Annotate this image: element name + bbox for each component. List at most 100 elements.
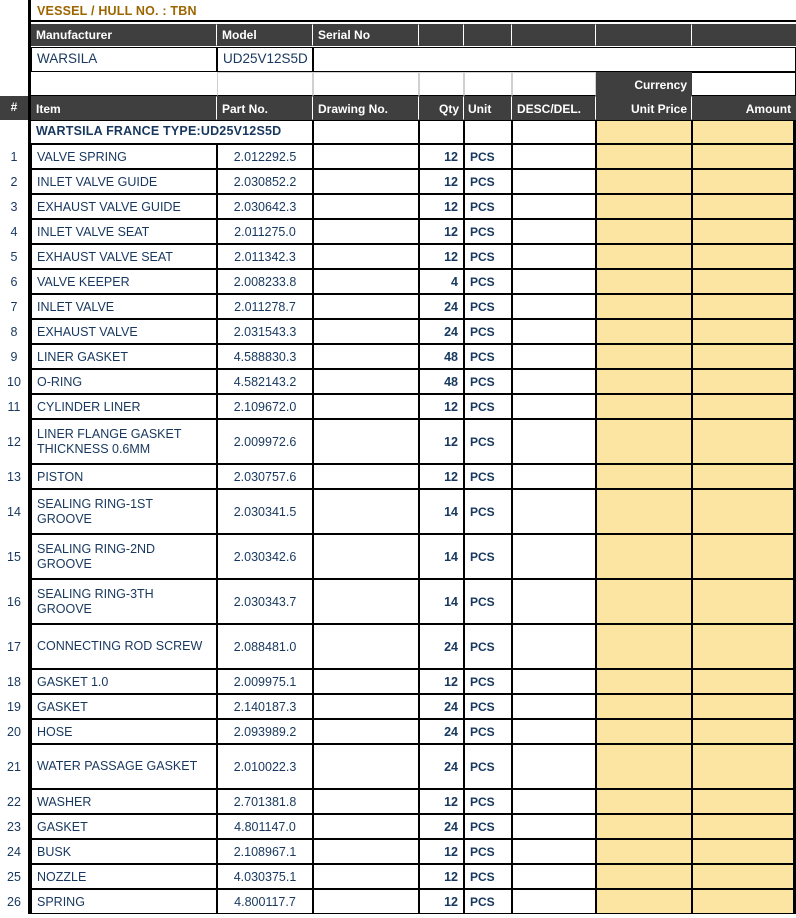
cell-amount[interactable]: [692, 219, 796, 244]
cell-unit[interactable]: PCS: [464, 144, 512, 169]
cell-amount[interactable]: [692, 194, 796, 219]
cell-unit-price[interactable]: [596, 219, 692, 244]
cell-item[interactable]: SEALING RING-1ST GROOVE: [31, 489, 217, 534]
cell-item[interactable]: O-RING: [31, 369, 217, 394]
cell-unit[interactable]: PCS: [464, 814, 512, 839]
cell-unit-price[interactable]: [596, 889, 692, 914]
cell-unit[interactable]: PCS: [464, 419, 512, 464]
cell-desc-del[interactable]: [512, 244, 596, 269]
cell-amount[interactable]: [692, 144, 796, 169]
cell-item[interactable]: GASKET: [31, 694, 217, 719]
cell-unit[interactable]: PCS: [464, 669, 512, 694]
cell-qty[interactable]: 24: [419, 624, 464, 669]
cell-amount[interactable]: [692, 789, 796, 814]
cell-amount[interactable]: [692, 169, 796, 194]
cell-desc-del[interactable]: [512, 219, 596, 244]
cell-part-no[interactable]: 2.030852.2: [217, 169, 313, 194]
cell-item[interactable]: HOSE: [31, 719, 217, 744]
cell-item[interactable]: VALVE SPRING: [31, 144, 217, 169]
cell-amount[interactable]: [692, 864, 796, 889]
cell-amount[interactable]: [692, 464, 796, 489]
cell-part-no[interactable]: 2.108967.1: [217, 839, 313, 864]
cell-unit-price[interactable]: [596, 694, 692, 719]
cell-drawing-no[interactable]: [313, 579, 419, 624]
cell-item[interactable]: SEALING RING-2ND GROOVE: [31, 534, 217, 579]
cell-item[interactable]: INLET VALVE GUIDE: [31, 169, 217, 194]
cell-desc-del[interactable]: [512, 719, 596, 744]
cell-amount[interactable]: [692, 294, 796, 319]
cell-unit[interactable]: PCS: [464, 789, 512, 814]
cell-qty[interactable]: 48: [419, 344, 464, 369]
value-model[interactable]: UD25V12S5D: [217, 47, 313, 72]
cell-item[interactable]: VALVE KEEPER: [31, 269, 217, 294]
value-manufacturer[interactable]: WARSILA: [31, 47, 217, 72]
cell-amount[interactable]: [692, 489, 796, 534]
cell-amount[interactable]: [692, 814, 796, 839]
cell-qty[interactable]: 12: [419, 419, 464, 464]
cell-desc-del[interactable]: [512, 269, 596, 294]
cell-part-no[interactable]: 2.088481.0: [217, 624, 313, 669]
cell-item[interactable]: INLET VALVE: [31, 294, 217, 319]
cell-desc-del[interactable]: [512, 144, 596, 169]
cell-drawing-no[interactable]: [313, 789, 419, 814]
cell-unit-price[interactable]: [596, 394, 692, 419]
cell-desc-del[interactable]: [512, 864, 596, 889]
cell-drawing-no[interactable]: [313, 144, 419, 169]
cell-item[interactable]: CONNECTING ROD SCREW: [31, 624, 217, 669]
cell-unit[interactable]: PCS: [464, 744, 512, 789]
cell-part-no[interactable]: 2.030341.5: [217, 489, 313, 534]
cell-part-no[interactable]: 2.093989.2: [217, 719, 313, 744]
cell-unit[interactable]: PCS: [464, 719, 512, 744]
cell-desc-del[interactable]: [512, 579, 596, 624]
cell-unit[interactable]: PCS: [464, 319, 512, 344]
cell-drawing-no[interactable]: [313, 839, 419, 864]
cell-unit[interactable]: PCS: [464, 344, 512, 369]
cell-amount[interactable]: [692, 694, 796, 719]
cell-qty[interactable]: 14: [419, 489, 464, 534]
cell-desc-del[interactable]: [512, 744, 596, 789]
cell-drawing-no[interactable]: [313, 864, 419, 889]
cell-unit-price[interactable]: [596, 579, 692, 624]
cell-desc-del[interactable]: [512, 534, 596, 579]
cell-part-no[interactable]: 4.801147.0: [217, 814, 313, 839]
cell-part-no[interactable]: 4.030375.1: [217, 864, 313, 889]
cell-qty[interactable]: 24: [419, 814, 464, 839]
cell-drawing-no[interactable]: [313, 464, 419, 489]
cell-amount[interactable]: [692, 719, 796, 744]
cell-qty[interactable]: 12: [419, 464, 464, 489]
cell-unit[interactable]: PCS: [464, 194, 512, 219]
cell-desc-del[interactable]: [512, 814, 596, 839]
cell-unit[interactable]: PCS: [464, 624, 512, 669]
section-amount-cell[interactable]: [692, 120, 796, 144]
cell-drawing-no[interactable]: [313, 534, 419, 579]
cell-item[interactable]: NOZZLE: [31, 864, 217, 889]
cell-amount[interactable]: [692, 579, 796, 624]
cell-amount[interactable]: [692, 669, 796, 694]
cell-unit[interactable]: PCS: [464, 369, 512, 394]
cell-part-no[interactable]: 2.109672.0: [217, 394, 313, 419]
cell-desc-del[interactable]: [512, 394, 596, 419]
cell-unit-price[interactable]: [596, 839, 692, 864]
cell-drawing-no[interactable]: [313, 624, 419, 669]
cell-drawing-no[interactable]: [313, 169, 419, 194]
cell-item[interactable]: LINER FLANGE GASKET THICKNESS 0.6MM: [31, 419, 217, 464]
cell-unit-price[interactable]: [596, 294, 692, 319]
cell-qty[interactable]: 24: [419, 744, 464, 789]
cell-qty[interactable]: 24: [419, 694, 464, 719]
cell-part-no[interactable]: 2.009975.1: [217, 669, 313, 694]
cell-desc-del[interactable]: [512, 369, 596, 394]
cell-unit-price[interactable]: [596, 744, 692, 789]
cell-amount[interactable]: [692, 419, 796, 464]
cell-item[interactable]: SEALING RING-3TH GROOVE: [31, 579, 217, 624]
cell-qty[interactable]: 12: [419, 839, 464, 864]
cell-qty[interactable]: 12: [419, 194, 464, 219]
cell-drawing-no[interactable]: [313, 194, 419, 219]
cell-unit[interactable]: PCS: [464, 244, 512, 269]
cell-unit-price[interactable]: [596, 624, 692, 669]
cell-item[interactable]: GASKET: [31, 814, 217, 839]
cell-amount[interactable]: [692, 889, 796, 914]
cell-qty[interactable]: 12: [419, 244, 464, 269]
cell-qty[interactable]: 12: [419, 889, 464, 914]
cell-part-no[interactable]: 2.140187.3: [217, 694, 313, 719]
cell-amount[interactable]: [692, 319, 796, 344]
